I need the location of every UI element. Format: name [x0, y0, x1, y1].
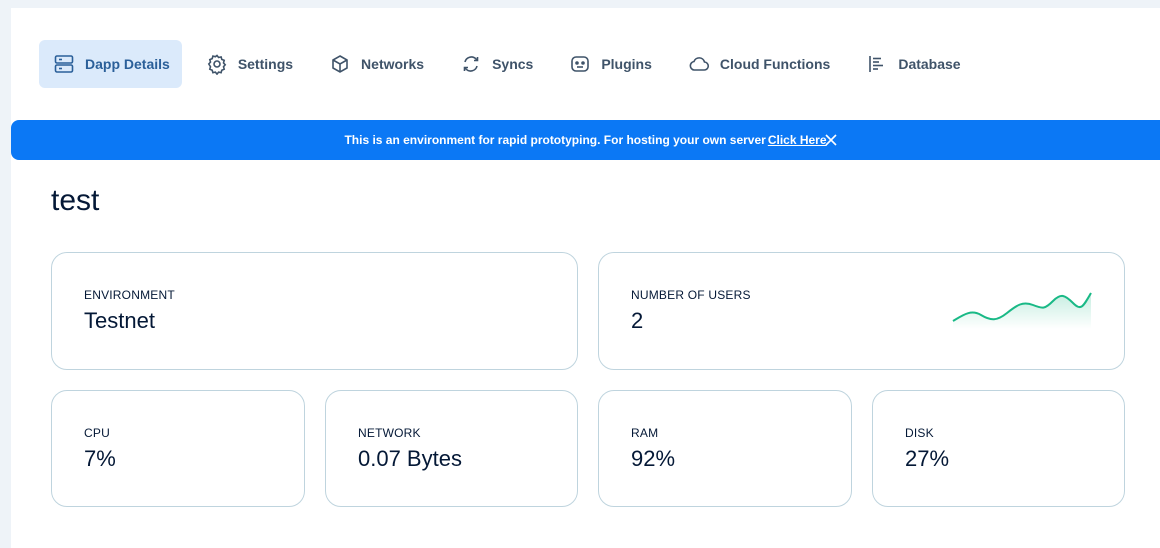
tab-dapp-details[interactable]: Dapp Details	[39, 40, 182, 88]
cloud-icon	[688, 53, 710, 75]
main-panel: Dapp Details Settings Networks Syncs Plu…	[11, 8, 1160, 548]
environment-value: Testnet	[84, 308, 155, 333]
close-icon[interactable]	[823, 132, 839, 148]
users-value: 2	[631, 308, 644, 333]
users-sparkline	[952, 292, 1092, 329]
tab-label: Dapp Details	[85, 56, 170, 72]
tab-label: Cloud Functions	[719, 56, 831, 72]
gear-icon	[206, 53, 228, 75]
disk-value: 27%	[905, 446, 950, 471]
prototyping-banner: This is an environment for rapid prototy…	[11, 120, 1160, 160]
tab-label: Networks	[361, 56, 425, 72]
cpu-value: 7%	[84, 446, 116, 471]
environment-card: ENVIRONMENT Testnet	[51, 252, 578, 370]
disk-label: DISK	[905, 426, 934, 440]
dapp-tabs: Dapp Details Settings Networks Syncs Plu…	[39, 40, 983, 88]
database-icon	[866, 53, 888, 75]
ram-label: RAM	[631, 426, 659, 440]
users-card: NUMBER OF USERS 2	[598, 252, 1125, 370]
tab-database[interactable]: Database	[852, 40, 972, 88]
tab-networks[interactable]: Networks	[315, 40, 436, 88]
network-label: NETWORK	[358, 426, 421, 440]
sync-icon	[460, 53, 482, 75]
tab-syncs[interactable]: Syncs	[446, 40, 545, 88]
environment-label: ENVIRONMENT	[84, 288, 175, 302]
server-icon	[53, 53, 75, 75]
plugin-icon	[569, 53, 591, 75]
ram-value: 92%	[631, 446, 676, 471]
tab-label: Settings	[237, 56, 294, 72]
page-title: test	[51, 184, 100, 217]
tab-cloud-functions[interactable]: Cloud Functions	[674, 40, 842, 88]
network-card: NETWORK 0.07 Bytes	[325, 390, 578, 507]
cube-icon	[329, 53, 351, 75]
tab-label: Database	[898, 56, 961, 72]
cpu-card: CPU 7%	[51, 390, 305, 507]
users-label: NUMBER OF USERS	[631, 288, 751, 302]
cpu-label: CPU	[84, 426, 110, 440]
disk-card: DISK 27%	[872, 390, 1125, 507]
tab-plugins[interactable]: Plugins	[555, 40, 664, 88]
banner-link[interactable]: Click Here	[768, 133, 827, 147]
tab-label: Plugins	[601, 56, 652, 72]
network-value: 0.07 Bytes	[358, 446, 462, 471]
tab-label: Syncs	[492, 56, 534, 72]
tab-settings[interactable]: Settings	[192, 40, 305, 88]
ram-card: RAM 92%	[598, 390, 852, 507]
banner-text: This is an environment for rapid prototy…	[344, 133, 766, 147]
